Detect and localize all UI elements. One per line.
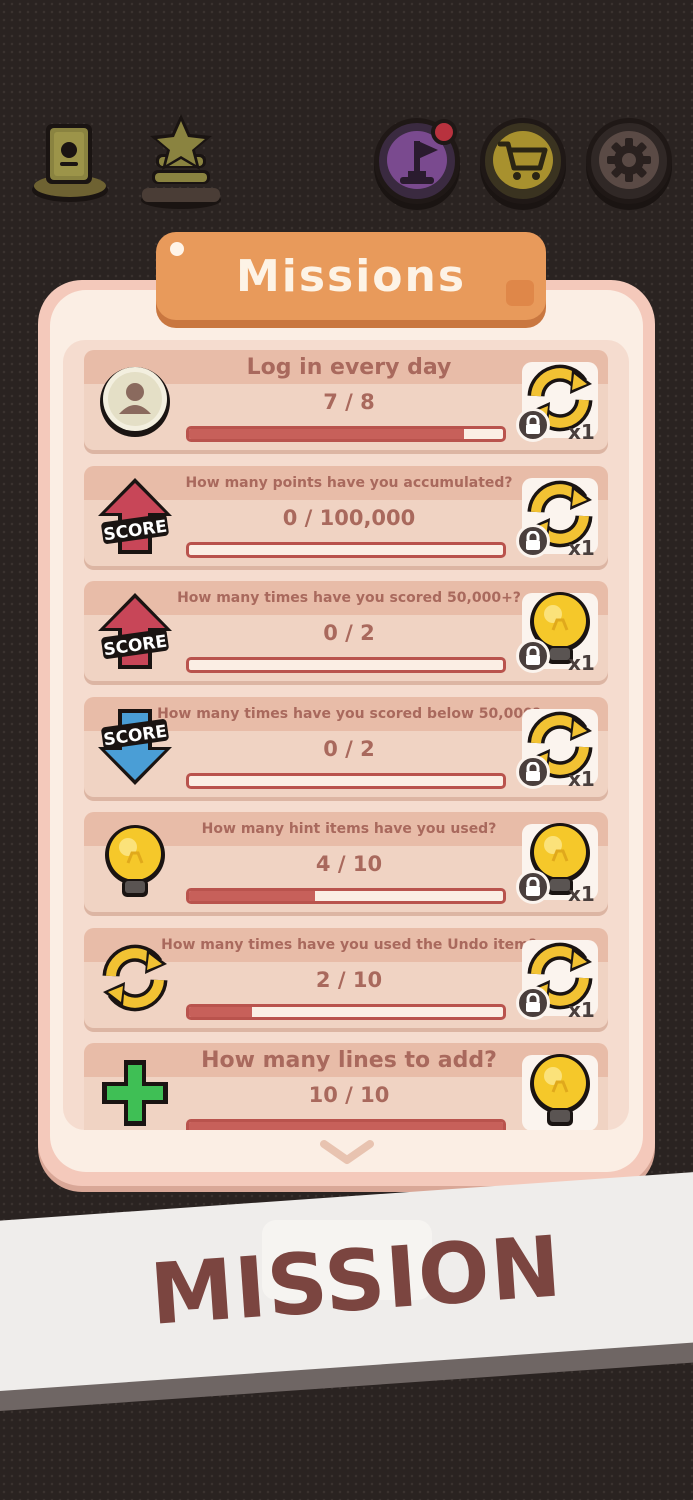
reward-quantity: x1 bbox=[568, 766, 595, 791]
mission-progress-bar bbox=[186, 426, 506, 442]
mission-card[interactable]: SCORE How many times have you scored 50,… bbox=[84, 581, 608, 681]
progress-fill bbox=[189, 891, 315, 901]
mission-card[interactable]: SCORE How many points have you accumulat… bbox=[84, 465, 608, 566]
score-up-arrow-icon: SCORE bbox=[96, 589, 174, 673]
mission-card[interactable]: SCORE How many times have you scored bel… bbox=[84, 696, 608, 797]
score-up-arrow-icon: SCORE bbox=[96, 474, 174, 558]
lock-icon bbox=[516, 754, 550, 789]
mission-label: How many times have you scored 50,000+? bbox=[177, 590, 521, 606]
mission-progress-bar bbox=[186, 888, 506, 904]
mission-label: How many hint items have you used? bbox=[201, 821, 497, 837]
progress-fill bbox=[189, 429, 464, 439]
mission-progress-text: 10 / 10 bbox=[308, 1083, 390, 1107]
lock-icon bbox=[516, 523, 550, 558]
add-line-plus-icon bbox=[96, 1051, 174, 1130]
scroll-down-chevron-icon[interactable] bbox=[320, 1138, 374, 1168]
progress-fill bbox=[189, 1122, 503, 1130]
page-title: Missions bbox=[235, 250, 467, 302]
missions-button[interactable] bbox=[374, 118, 460, 204]
svg-text:SCORE: SCORE bbox=[102, 516, 168, 545]
progress-fill bbox=[189, 1006, 252, 1017]
mission-progress-text: 0 / 100,000 bbox=[282, 505, 416, 530]
mission-card[interactable]: How many lines to add? 10 / 10 bbox=[84, 1043, 608, 1130]
mission-progress-bar bbox=[186, 541, 506, 558]
profile-card-button[interactable] bbox=[30, 118, 110, 204]
notification-badge bbox=[431, 119, 457, 145]
shop-cart-icon bbox=[498, 141, 548, 180]
leaderboard-icon bbox=[141, 114, 221, 209]
hint-bulb-icon bbox=[96, 820, 174, 904]
leaderboard-button[interactable] bbox=[140, 112, 222, 210]
mission-label: How many lines to add? bbox=[201, 1047, 497, 1073]
mission-progress-bar bbox=[186, 772, 506, 789]
lock-icon bbox=[516, 408, 550, 442]
lock-icon bbox=[516, 870, 550, 904]
hint-bulb-icon bbox=[525, 1052, 595, 1130]
mission-card[interactable]: How many hint items have you used? 4 / 1… bbox=[84, 812, 608, 912]
missions-flag-icon bbox=[400, 141, 438, 184]
mission-label: How many times have you scored below 50,… bbox=[157, 705, 541, 722]
mission-progress-text: 0 / 2 bbox=[323, 621, 375, 645]
reward-quantity: x1 bbox=[568, 420, 595, 444]
shop-button[interactable] bbox=[480, 118, 566, 204]
svg-text:SCORE: SCORE bbox=[102, 721, 168, 750]
mission-label: How many points have you accumulated? bbox=[185, 474, 513, 491]
missions-title-tab: Missions bbox=[156, 232, 546, 320]
settings-gear-icon bbox=[607, 138, 651, 182]
mission-progress-text: 7 / 8 bbox=[323, 390, 375, 414]
lock-icon bbox=[516, 985, 550, 1020]
profile-card-icon bbox=[32, 124, 108, 202]
mission-card[interactable]: How many times have you used the Undo it… bbox=[84, 927, 608, 1028]
settings-button[interactable] bbox=[586, 118, 672, 204]
mission-progress-bar bbox=[186, 657, 506, 673]
profile-icon bbox=[96, 358, 174, 442]
mission-label: How many times have you used the Undo it… bbox=[161, 936, 537, 953]
reward-quantity: x1 bbox=[568, 535, 595, 560]
svg-text:SCORE: SCORE bbox=[102, 632, 168, 661]
mission-progress-text: 4 / 10 bbox=[315, 852, 383, 876]
mission-progress-bar bbox=[186, 1119, 506, 1130]
mission-progress-text: 2 / 10 bbox=[315, 967, 383, 992]
lock-icon bbox=[516, 639, 550, 673]
mission-card[interactable]: Log in every day 7 / 8 x1 bbox=[84, 350, 608, 450]
mission-progress-bar bbox=[186, 1003, 506, 1020]
mission-progress-text: 0 / 2 bbox=[323, 736, 375, 761]
reward-quantity: x1 bbox=[568, 997, 595, 1022]
mission-label: Log in every day bbox=[246, 354, 452, 380]
missions-list[interactable]: Log in every day 7 / 8 x1 SCORE How many… bbox=[63, 340, 629, 1130]
reward-quantity: x1 bbox=[568, 651, 595, 675]
reward-slot[interactable] bbox=[522, 1052, 598, 1130]
reward-quantity: x1 bbox=[568, 882, 595, 906]
